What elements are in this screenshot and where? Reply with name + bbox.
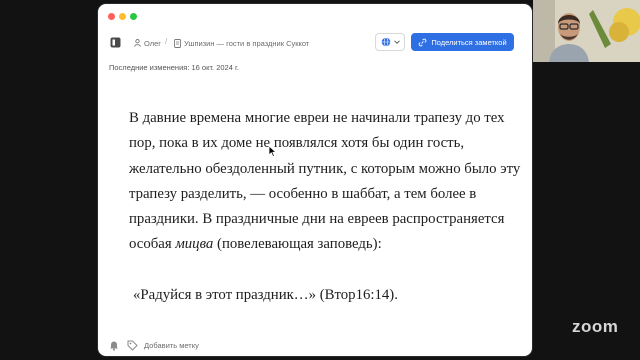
notes-app-window: Олег / Ушпизин — гости в праздник Суккот <box>98 4 532 356</box>
bell-icon[interactable] <box>109 340 119 351</box>
maximize-window-button[interactable] <box>130 13 137 20</box>
breadcrumb-user-label: Олег <box>144 38 162 48</box>
cursor-icon <box>268 145 277 158</box>
note-paragraph: В давние времена многие евреи не начинал… <box>129 106 524 258</box>
user-icon <box>134 39 141 47</box>
visibility-button[interactable] <box>375 33 405 51</box>
paragraph-text-end: (повелевающая заповедь): <box>213 236 382 253</box>
breadcrumb-user[interactable]: Олег <box>134 37 161 49</box>
title-bar <box>98 4 532 26</box>
bottom-bar: Добавить метку <box>98 337 532 356</box>
webcam-video-feed <box>533 0 640 62</box>
presenter-video-image <box>533 0 640 62</box>
share-note-button[interactable]: Поделиться заметкой <box>411 33 514 51</box>
paragraph-text-start: В давние времена многие евреи не начинал… <box>129 110 521 253</box>
chevron-down-icon <box>393 40 400 44</box>
share-note-label: Поделиться заметкой <box>431 37 507 47</box>
breadcrumb-document[interactable]: Ушпизин — гости в праздник Суккот <box>174 37 309 49</box>
toolbar: Олег / Ушпизин — гости в праздник Суккот <box>98 32 532 54</box>
tag-icon[interactable] <box>127 340 138 351</box>
share-icon <box>418 38 427 46</box>
globe-icon <box>381 37 390 47</box>
sidebar-toggle-icon[interactable] <box>110 37 121 48</box>
note-quote: «Радуйся в этот праздник…» (Втор16:14). <box>133 286 398 303</box>
add-tag-button[interactable]: Добавить метку <box>144 341 199 350</box>
zoom-logo: zoom <box>572 317 619 336</box>
close-window-button[interactable] <box>108 13 115 20</box>
note-body[interactable]: В давние времена многие евреи не начинал… <box>129 106 524 308</box>
last-modified-text: Последние изменения: 16 окт. 2024 г. <box>109 63 239 72</box>
document-icon <box>174 38 181 48</box>
breadcrumb-separator: / <box>165 37 168 46</box>
breadcrumb-document-label: Ушпизин — гости в праздник Суккот <box>184 38 310 48</box>
paragraph-italic-term: мицва <box>175 236 214 253</box>
minimize-window-button[interactable] <box>119 13 126 20</box>
